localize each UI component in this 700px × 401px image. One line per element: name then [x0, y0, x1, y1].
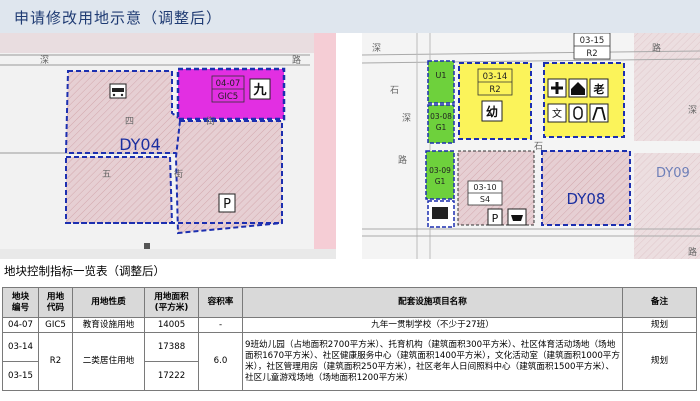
plot-03-11	[427, 60, 455, 104]
plot-use-03-08: G1	[436, 123, 447, 132]
road-label: 深	[372, 43, 381, 54]
table-row: 04-07 GIC5 教育设施用地 14005 - 九年一贯制学校（不少于27班…	[2, 317, 697, 333]
parking-label: P	[492, 212, 499, 225]
plot-code-04-07: 04-07	[216, 79, 241, 89]
district-label-dy08: DY08	[567, 190, 606, 208]
community-house-icon	[568, 78, 588, 98]
school-symbol: 九	[252, 83, 266, 98]
road-label: 街	[174, 168, 183, 180]
road-label: 五	[102, 170, 111, 180]
plot-code-03-08: 03-08	[430, 112, 452, 121]
health-center-icon	[547, 78, 567, 98]
parking-label: P	[223, 197, 231, 212]
district-label-dy09: DY09	[656, 166, 690, 181]
map-left: 04-07 GIC5 九 P DY04 深 路 四 街 五 街	[0, 33, 336, 259]
road-label: 深	[402, 113, 411, 124]
col-header-far: 容积率	[198, 287, 243, 318]
kindergarten-symbol: 幼	[486, 104, 498, 119]
table-title: 地块控制指标一览表（调整后）	[4, 264, 165, 278]
road-label: 深	[688, 105, 697, 116]
plot-code-03-09: 03-09	[429, 166, 451, 175]
col-header-facilities: 配套设施项目名称	[242, 287, 623, 318]
plot-use-04-07: GIC5	[218, 92, 238, 102]
road-label: 街	[206, 115, 215, 127]
bus-stop-icon	[507, 208, 527, 226]
plot-use-03-09: G1	[435, 177, 446, 186]
map-right: U1 03-08 G1 03-09 G1 03-14 R2 幼 03-15 R2…	[362, 33, 700, 259]
plot-dy08	[541, 150, 631, 226]
indicator-table: 地块 编号 用地 代码 用地性质 用地面积 (平方米) 容积率 配套设施项目名称 备注…	[2, 287, 697, 391]
map-divider	[336, 33, 362, 259]
svg-text:文: 文	[552, 107, 562, 120]
road-label: 路	[652, 42, 661, 54]
sports-field-icon	[568, 103, 588, 123]
road-label: 路	[398, 154, 407, 166]
table-row: 03-14 R2 二类居住用地 17388 6.0 9班幼儿园（占地面积2700…	[2, 332, 697, 391]
plot-use-03-10: S4	[480, 195, 490, 204]
col-header-plot-no: 地块 编号	[2, 287, 39, 318]
plot-code-03-14: 03-14	[483, 72, 508, 82]
road-label: 四	[125, 117, 134, 127]
page-title: 申请修改用地示意（调整后）	[14, 9, 223, 27]
district-label-dy04: DY04	[119, 135, 161, 154]
plot-use-03-15: R2	[586, 49, 597, 59]
plot-03-15	[543, 62, 625, 138]
elderly-care-icon: 老	[589, 78, 609, 98]
plot-03-09	[425, 150, 455, 200]
table-header-row: 地块 编号 用地 代码 用地性质 用地面积 (平方米) 容积率 配套设施项目名称 备注	[2, 287, 697, 318]
col-header-area: 用地面积 (平方米)	[144, 287, 199, 318]
road-label: 石	[390, 86, 399, 96]
page-header: 申请修改用地示意（调整后）	[0, 0, 700, 34]
culture-room-icon: 文	[547, 103, 567, 123]
plot-code-03-10: 03-10	[473, 183, 496, 192]
playground-icon	[589, 103, 609, 123]
road-label: 石	[534, 142, 543, 152]
col-header-code: 用地 代码	[38, 287, 73, 318]
plot-use-03-14: R2	[489, 85, 500, 95]
svg-text:老: 老	[593, 82, 605, 96]
bus-stop-icon	[109, 83, 127, 99]
road-label: 路	[688, 246, 697, 258]
road-label: 深	[40, 55, 49, 66]
col-header-remark: 备注	[622, 287, 697, 318]
plot-code-03-15: 03-15	[580, 36, 605, 46]
road-label: 路	[292, 54, 301, 66]
col-header-nature: 用地性质	[72, 287, 145, 318]
plot-use-03-11: U1	[436, 71, 447, 80]
